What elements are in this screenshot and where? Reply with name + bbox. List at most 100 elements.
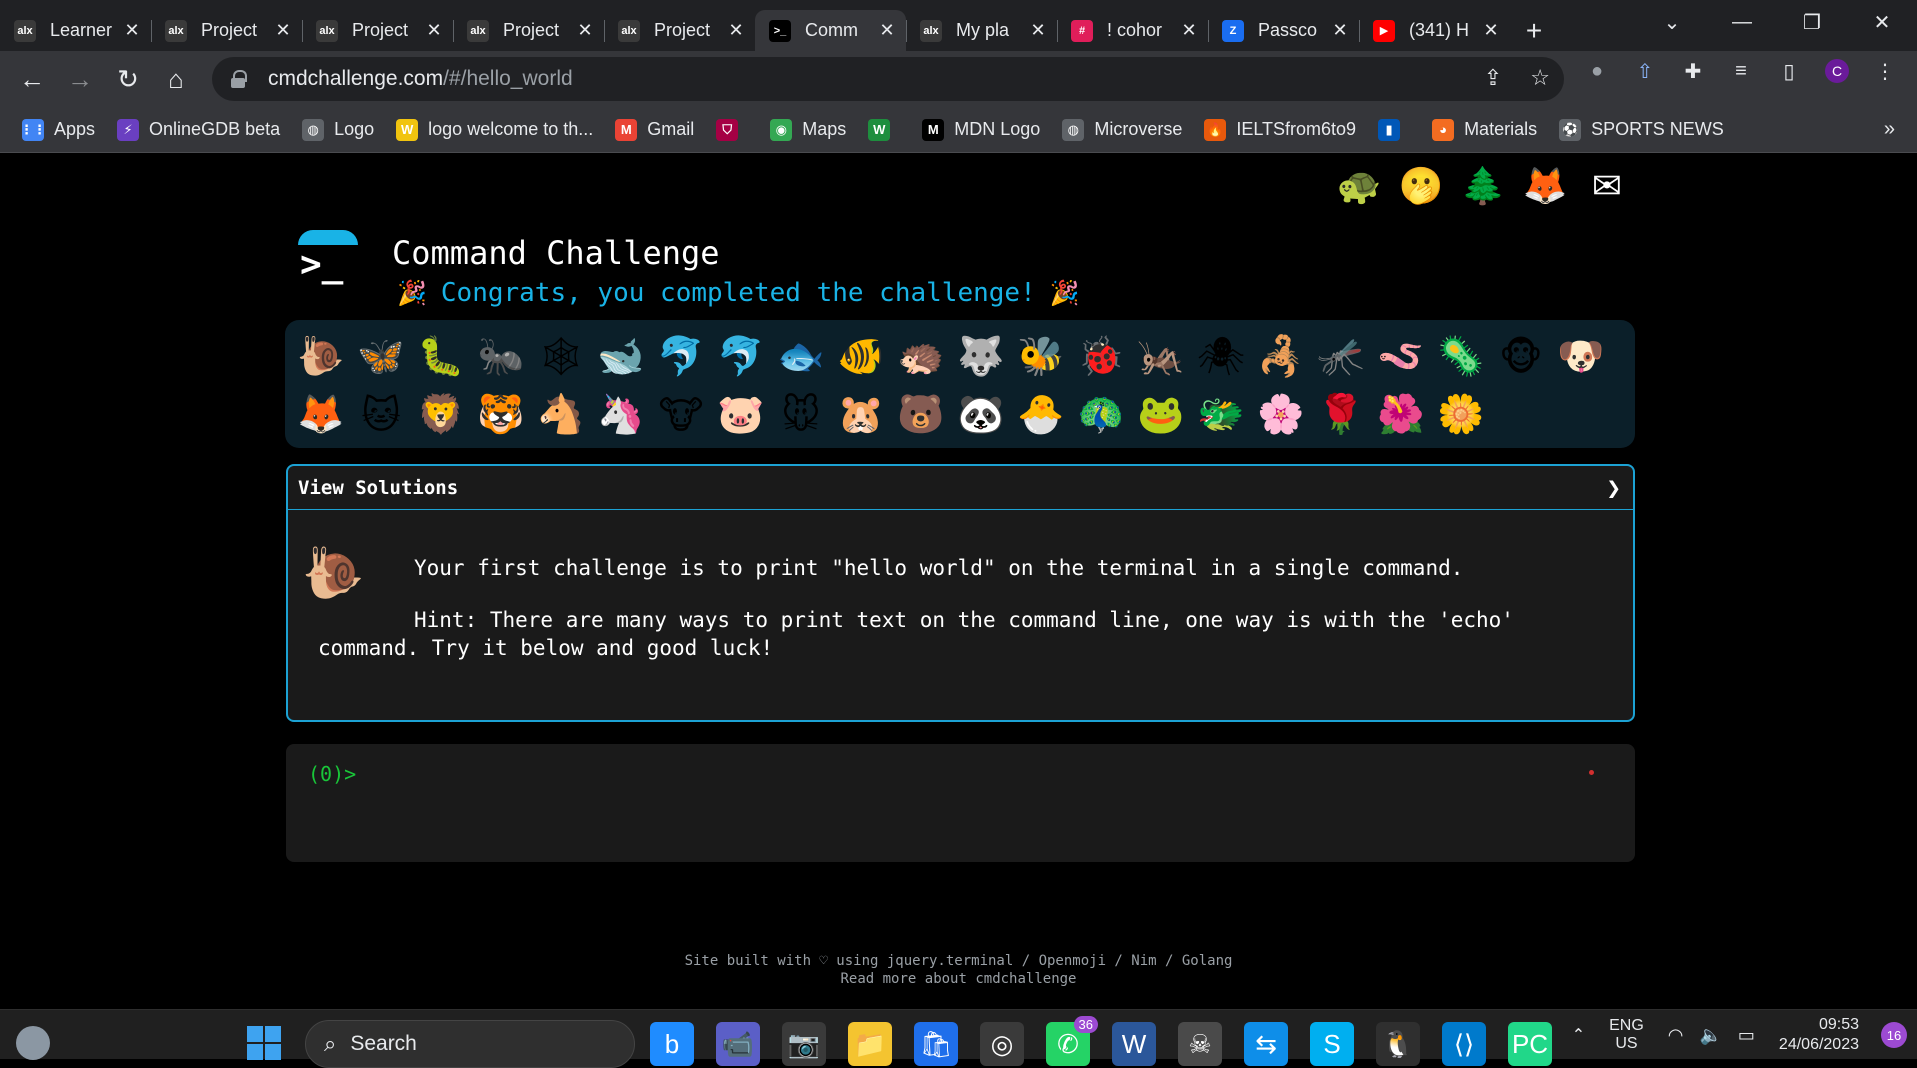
- challenge-badge-icon[interactable]: 🐲: [1191, 386, 1251, 444]
- whatsapp-icon[interactable]: ✆ 36: [1046, 1016, 1098, 1066]
- close-tab-icon[interactable]: ✕: [576, 20, 594, 41]
- bookmark-item[interactable]: M MDN Logo: [922, 118, 1040, 141]
- cmdchallenge-icon[interactable]: 🐢: [1335, 162, 1383, 210]
- tab[interactable]: alx Project ✕: [453, 10, 604, 51]
- view-solutions-header[interactable]: View Solutions ❯: [288, 466, 1633, 510]
- close-tab-icon[interactable]: ✕: [878, 20, 896, 41]
- clock[interactable]: 09:53 24/06/2023: [1779, 1015, 1859, 1055]
- challenge-badge-icon[interactable]: 🐠: [831, 328, 891, 386]
- challenge-badge-icon[interactable]: 🌺: [1371, 386, 1431, 444]
- volume-icon[interactable]: 🔈: [1699, 1025, 1721, 1046]
- linux-penguin-icon[interactable]: 🐧: [1376, 1022, 1420, 1066]
- upload-extension-icon[interactable]: ⇧: [1633, 59, 1657, 83]
- vscode-icon[interactable]: ⟨⟩: [1442, 1022, 1486, 1066]
- tab[interactable]: alx My pla ✕: [906, 10, 1057, 51]
- challenge-badge-icon[interactable]: 🐌: [291, 328, 351, 386]
- bookmark-item[interactable]: M Gmail: [615, 118, 694, 141]
- terminal[interactable]: (0)>: [286, 744, 1635, 862]
- challenge-badge-icon[interactable]: 🐛: [411, 328, 471, 386]
- challenge-badge-icon[interactable]: 🐶: [1551, 328, 1611, 386]
- close-tab-icon[interactable]: ✕: [1482, 20, 1500, 41]
- tab[interactable]: alx Project ✕: [604, 10, 755, 51]
- address-bar[interactable]: cmdchallenge.com/#/hello_world ⇪ ☆: [212, 57, 1564, 101]
- bookmark-item[interactable]: Wlogo welcome to th...: [396, 118, 593, 141]
- challenge-badge-icon[interactable]: 🐟: [771, 328, 831, 386]
- game-icon[interactable]: ☠: [1178, 1022, 1222, 1066]
- reading-list-icon[interactable]: ≡: [1729, 59, 1753, 83]
- tab[interactable]: alx Project ✕: [151, 10, 302, 51]
- challenge-badge-icon[interactable]: 🌹: [1311, 386, 1371, 444]
- minimize-icon[interactable]: —: [1707, 11, 1777, 34]
- close-tab-icon[interactable]: ✕: [274, 20, 292, 41]
- bookmark-item[interactable]: ⋮⋮ Apps: [20, 118, 95, 141]
- new-tab-button[interactable]: +: [1510, 10, 1558, 51]
- close-window-icon[interactable]: ✕: [1847, 10, 1917, 35]
- challenge-badge-icon[interactable]: 🐯: [471, 386, 531, 444]
- challenge-badge-icon[interactable]: 🪱: [1371, 328, 1431, 386]
- close-tab-icon[interactable]: ✕: [1331, 20, 1349, 41]
- chrome-icon[interactable]: ◎: [980, 1022, 1024, 1066]
- bookmark-star-icon[interactable]: ☆: [1530, 65, 1550, 91]
- bookmark-item[interactable]: 🔥 IELTSfrom6to9: [1204, 118, 1356, 141]
- challenge-badge-icon[interactable]: 🐴: [531, 386, 591, 444]
- word-icon[interactable]: W: [1112, 1022, 1156, 1066]
- mail-icon[interactable]: ✉: [1583, 162, 1631, 210]
- teamviewer-icon[interactable]: ⇆: [1244, 1022, 1288, 1066]
- weather-icon[interactable]: [16, 1026, 50, 1060]
- challenge-badge-icon[interactable]: 🦋: [351, 328, 411, 386]
- challenge-badge-icon[interactable]: 🦊: [291, 386, 351, 444]
- restore-icon[interactable]: ❐: [1777, 10, 1847, 35]
- challenge-badge-icon[interactable]: 🐮: [651, 386, 711, 444]
- puzzle-extensions-icon[interactable]: ✚: [1681, 59, 1705, 83]
- challenge-badge-icon[interactable]: 🐱: [351, 386, 411, 444]
- close-tab-icon[interactable]: ✕: [123, 20, 141, 41]
- chevron-right-icon[interactable]: ❯: [1607, 474, 1621, 502]
- back-icon[interactable]: ←: [8, 64, 56, 95]
- bookmark-item[interactable]: ⚡ OnlineGDB beta: [117, 118, 280, 141]
- tab[interactable]: Z Passco ✕: [1208, 10, 1359, 51]
- challenge-badge-icon[interactable]: 🐬: [651, 328, 711, 386]
- bookmark-item[interactable]: ⚽ SPORTS NEWS: [1559, 118, 1724, 141]
- bookmark-item[interactable]: ◉ Maps: [770, 118, 846, 141]
- bookmark-item[interactable]: W: [868, 118, 900, 141]
- challenge-badge-icon[interactable]: 🐜: [471, 328, 531, 386]
- challenge-badge-icon[interactable]: 🐣: [1011, 386, 1071, 444]
- close-tab-icon[interactable]: ✕: [727, 20, 745, 41]
- tab[interactable]: >_ Comm ✕: [755, 10, 906, 51]
- lock-icon[interactable]: [230, 70, 247, 88]
- close-tab-icon[interactable]: ✕: [425, 20, 443, 41]
- bookmark-item[interactable]: ◕ Materials: [1432, 118, 1537, 141]
- close-tab-icon[interactable]: ✕: [1029, 20, 1047, 41]
- challenge-badge-icon[interactable]: 🐵: [1491, 328, 1551, 386]
- tab[interactable]: alx Project ✕: [302, 10, 453, 51]
- chevron-up-icon[interactable]: ⌃: [1572, 1025, 1585, 1045]
- profile-avatar[interactable]: C: [1825, 59, 1849, 83]
- file-explorer-icon[interactable]: 📁: [848, 1022, 892, 1066]
- more-bookmarks-icon[interactable]: »: [1884, 118, 1895, 141]
- close-tab-icon[interactable]: ✕: [1180, 20, 1198, 41]
- challenge-badge-icon[interactable]: 🦂: [1251, 328, 1311, 386]
- wifi-icon[interactable]: ◠: [1668, 1025, 1684, 1046]
- language-indicator[interactable]: ENG US: [1609, 1017, 1644, 1053]
- extension-icon[interactable]: ●: [1585, 59, 1609, 83]
- tab[interactable]: alx Learner ✕: [0, 10, 151, 51]
- challenge-badge-icon[interactable]: 🌸: [1251, 386, 1311, 444]
- challenge-badge-icon[interactable]: 🐹: [831, 386, 891, 444]
- challenge-badge-icon[interactable]: 🕸: [531, 328, 591, 386]
- challenge-badge-icon[interactable]: 🐷: [711, 386, 771, 444]
- challenge-badge-icon[interactable]: 🐺: [951, 328, 1011, 386]
- challenge-badge-icon[interactable]: 🦟: [1311, 328, 1371, 386]
- challenge-badge-icon[interactable]: 🌼: [1431, 386, 1491, 444]
- challenge-badge-icon[interactable]: 🦁: [411, 386, 471, 444]
- challenge-badge-icon[interactable]: 🐬: [711, 328, 771, 386]
- reload-icon[interactable]: ↻: [104, 64, 152, 95]
- forward-icon[interactable]: →: [56, 64, 104, 95]
- bookmark-item[interactable]: ◍ Logo: [302, 118, 374, 141]
- challenge-badge-icon[interactable]: 🐼: [951, 386, 1011, 444]
- challenge-badge-icon[interactable]: 🦗: [1131, 328, 1191, 386]
- home-icon[interactable]: ⌂: [152, 64, 200, 95]
- bookmark-item[interactable]: ▮: [1378, 118, 1410, 141]
- tab[interactable]: ▶ (341) H ✕: [1359, 10, 1510, 51]
- read-more-link[interactable]: Read more about cmdchallenge: [0, 970, 1917, 988]
- challenge-badge-icon[interactable]: 🐞: [1071, 328, 1131, 386]
